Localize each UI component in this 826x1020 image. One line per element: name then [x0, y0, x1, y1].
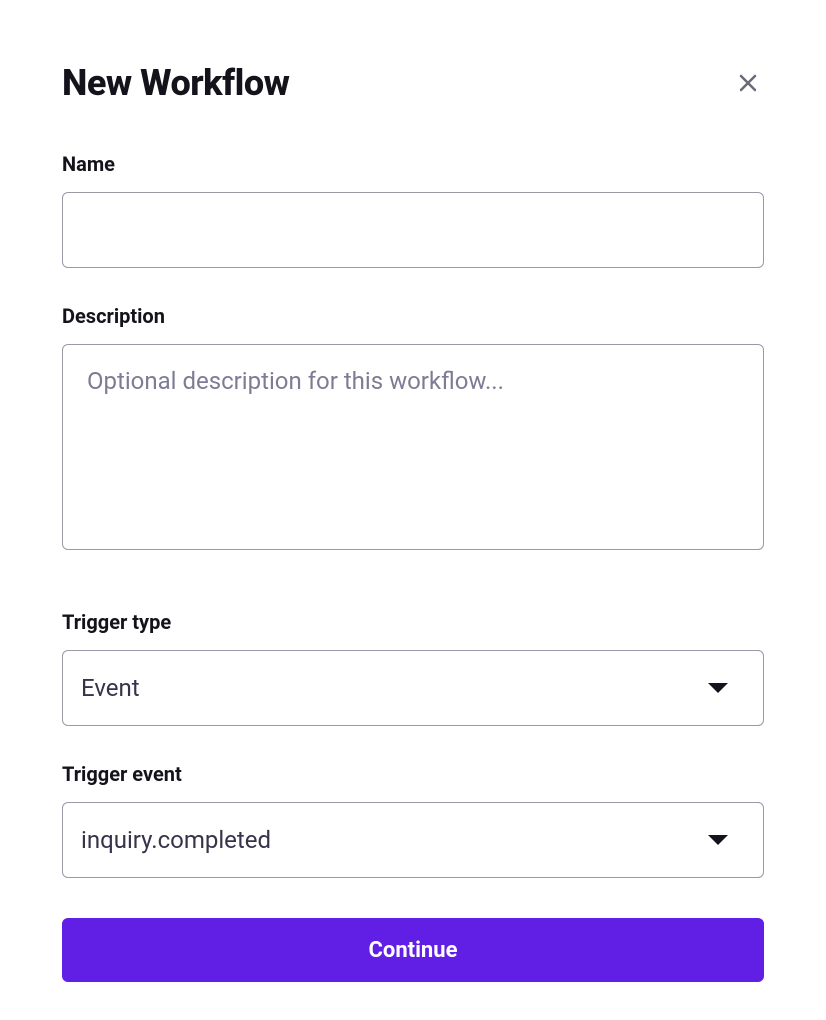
continue-button[interactable]: Continue — [62, 918, 764, 982]
name-field-group: Name — [62, 152, 764, 268]
trigger-type-label: Trigger type — [62, 610, 764, 634]
dialog-title: New Workflow — [62, 62, 289, 104]
trigger-type-select-wrapper: Event — [62, 650, 764, 726]
trigger-type-select[interactable]: Event — [62, 650, 764, 726]
dialog-header: New Workflow — [62, 62, 764, 104]
close-icon — [736, 71, 760, 95]
trigger-event-field-group: Trigger event inquiry.completed — [62, 762, 764, 878]
trigger-type-field-group: Trigger type Event — [62, 610, 764, 726]
trigger-event-select-wrapper: inquiry.completed — [62, 802, 764, 878]
description-field-group: Description — [62, 304, 764, 554]
close-button[interactable] — [732, 67, 764, 99]
name-input[interactable] — [62, 192, 764, 268]
description-input[interactable] — [62, 344, 764, 550]
trigger-event-label: Trigger event — [62, 762, 764, 786]
trigger-event-select[interactable]: inquiry.completed — [62, 802, 764, 878]
name-label: Name — [62, 152, 764, 176]
description-label: Description — [62, 304, 764, 328]
